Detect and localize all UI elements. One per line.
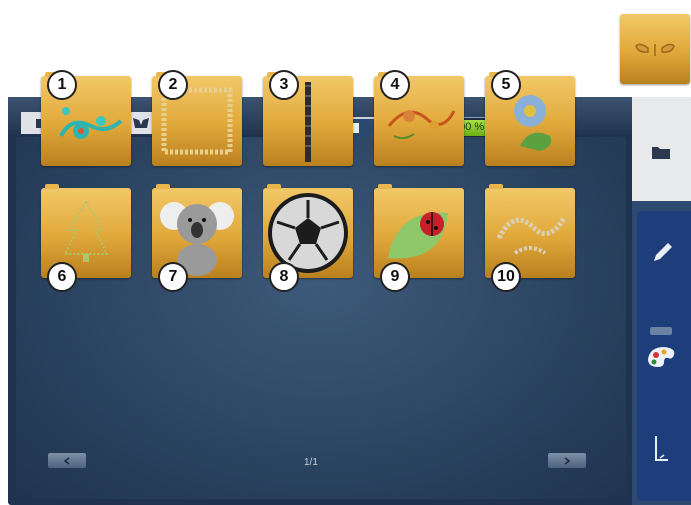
tab-embroider[interactable] — [646, 432, 676, 468]
design-number-1: 1 — [47, 70, 77, 100]
design-number-3: 3 — [269, 70, 299, 100]
next-page-button[interactable] — [548, 453, 586, 468]
design-number-8: 8 — [269, 262, 299, 292]
design-grid: 1 2 3 4 5 6 7 8 9 10 — [16, 70, 626, 499]
tab-colors-indicator — [650, 327, 672, 335]
design-number-5: 5 — [491, 70, 521, 100]
embroidery-screen: 100 % 1 2 3 4 5 6 7 8 9 10 1/1 — [8, 70, 691, 505]
butterfly-design-folder-icon — [635, 43, 675, 56]
tab-folder[interactable] — [632, 97, 691, 201]
design-number-7: 7 — [158, 262, 188, 292]
design-number-10: 10 — [491, 262, 521, 292]
tab-edit[interactable] — [646, 237, 676, 267]
design-number-9: 9 — [380, 262, 410, 292]
page-indicator: 1/1 — [304, 457, 318, 468]
palette-icon — [648, 347, 675, 367]
previous-page-button[interactable] — [48, 453, 86, 468]
design-number-4: 4 — [380, 70, 410, 100]
tab-colors[interactable] — [642, 327, 682, 373]
design-number-2: 2 — [158, 70, 188, 100]
folder-icon — [652, 147, 670, 159]
arrow-right-icon — [564, 456, 571, 465]
needle-icon — [655, 436, 668, 461]
design-number-6: 6 — [47, 262, 77, 292]
selected-design-preview — [620, 14, 690, 84]
side-tab-panel — [632, 97, 691, 505]
arrow-left-icon — [63, 456, 70, 465]
butterfly-designs-icon — [131, 117, 151, 129]
pencil-icon — [654, 243, 672, 261]
